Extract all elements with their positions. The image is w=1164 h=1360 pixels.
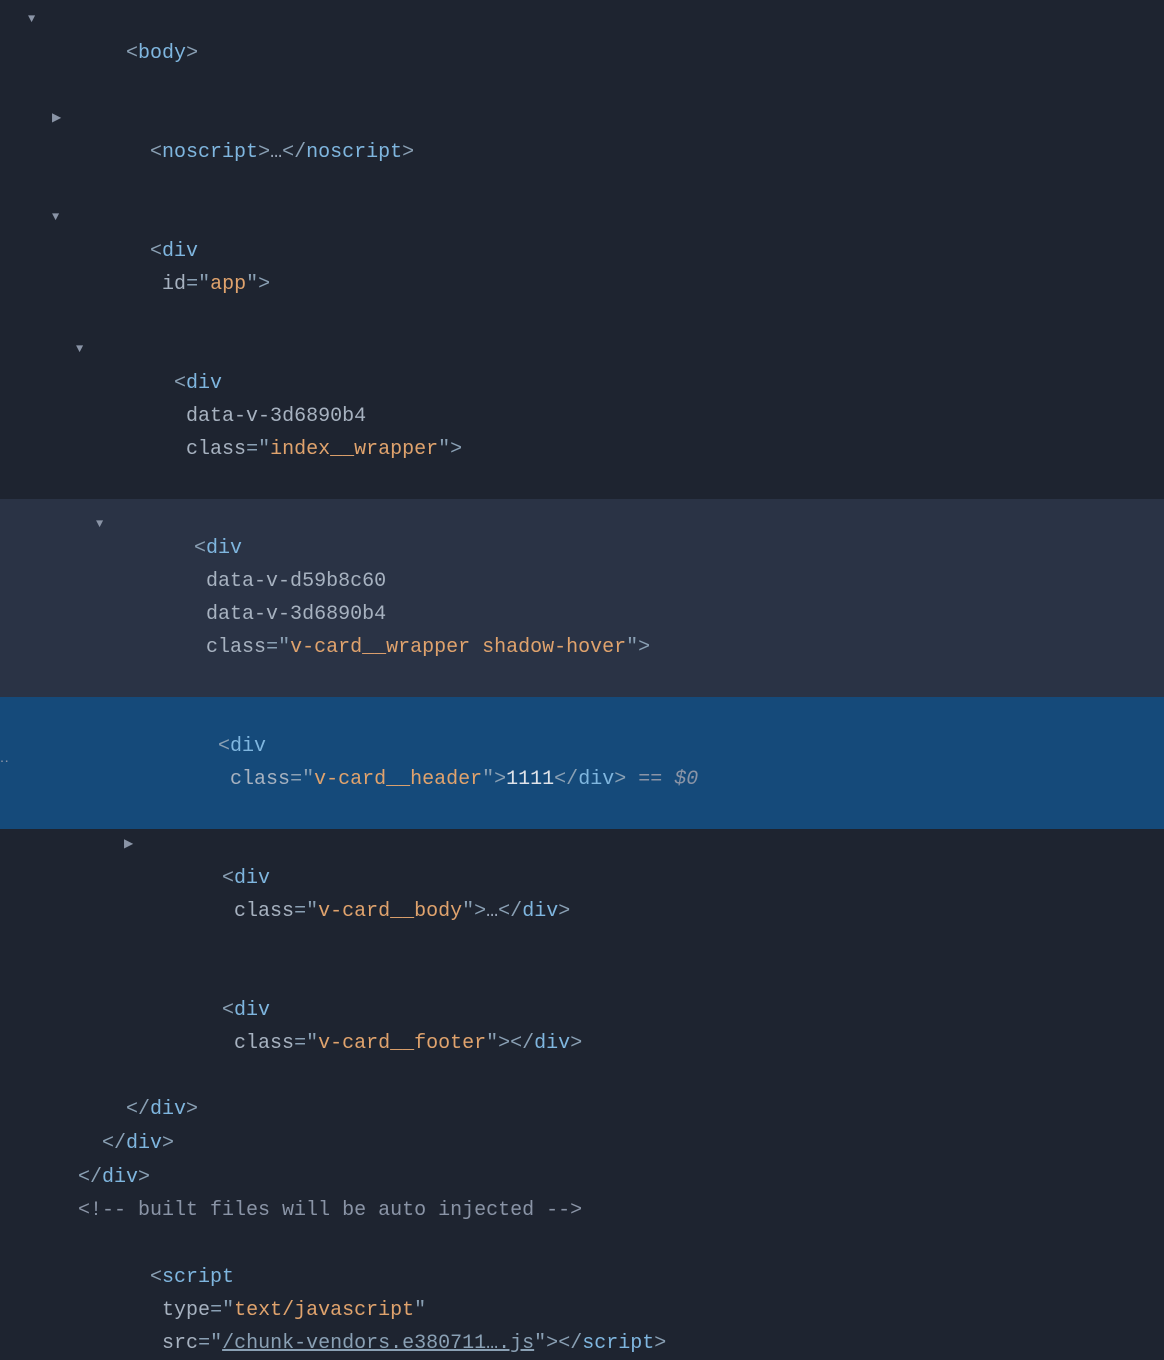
node-vcard-body[interactable]: ▶ <div class="v-card__body">…</div> [0, 829, 1164, 961]
vcard-header-text: 1111 [506, 768, 554, 791]
equals-dollar-zero: == $0 [626, 768, 698, 791]
caret-right-icon[interactable]: ▶ [124, 828, 138, 861]
caret-down-icon[interactable]: ▼ [28, 3, 42, 36]
caret-right-icon[interactable]: ▶ [52, 102, 66, 135]
caret-down-icon[interactable]: ▼ [76, 333, 90, 366]
node-vcard-header-selected[interactable]: ⋯ ▶ <div class="v-card__header">1111</di… [0, 697, 1164, 829]
node-vcard-wrapper-open[interactable]: ▼ <div data-v-d59b8c60 data-v-3d6890b4 c… [0, 499, 1164, 697]
script-src-link[interactable]: /chunk-vendors.e380711….js [222, 1332, 534, 1355]
node-index-wrapper-close[interactable]: ▶ </div> [0, 1127, 1164, 1161]
node-vcard-wrapper-close[interactable]: ▶ </div> [0, 1093, 1164, 1127]
node-div-app-close[interactable]: ▶ </div> [0, 1161, 1164, 1195]
node-index-wrapper-open[interactable]: ▼ <div data-v-3d6890b4 class="index__wra… [0, 334, 1164, 499]
caret-down-icon[interactable]: ▼ [52, 201, 66, 234]
gutter-dots-icon: ⋯ [0, 747, 10, 780]
dom-tree-viewer[interactable]: ▼ <body> ▶ <noscript>…</noscript> ▼ <div… [0, 0, 1164, 1360]
caret-down-icon[interactable]: ▼ [96, 508, 110, 541]
node-comment[interactable]: ▶ <!-- built files will be auto injected… [0, 1194, 1164, 1228]
node-body-open[interactable]: ▼ <body> [0, 4, 1164, 103]
node-div-app-open[interactable]: ▼ <div id="app"> [0, 202, 1164, 334]
node-noscript[interactable]: ▶ <noscript>…</noscript> [0, 103, 1164, 202]
node-script-vendors[interactable]: ▶ <script type="text/javascript" src="/c… [0, 1228, 1164, 1360]
node-vcard-footer[interactable]: ▶ <div class="v-card__footer"></div> [0, 961, 1164, 1093]
